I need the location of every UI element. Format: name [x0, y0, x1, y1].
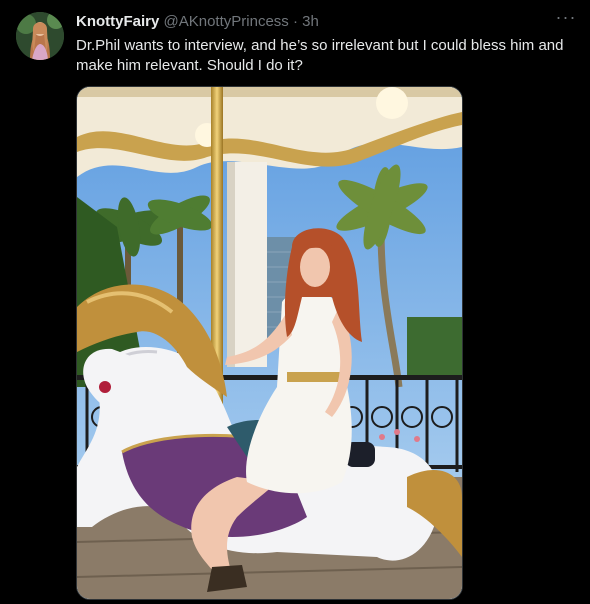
more-horizontal-icon[interactable]: ···: [554, 8, 578, 30]
avatar-image: [16, 12, 64, 60]
user-handle[interactable]: @AKnottyPrincess: [164, 13, 289, 30]
display-name[interactable]: KnottyFairy: [76, 13, 159, 30]
avatar[interactable]: [16, 12, 64, 60]
tweet-text: Dr.Phil wants to interview, and he’s so …: [76, 37, 564, 74]
tweet-header: KnottyFairy @AKnottyPrincess · 3h: [76, 13, 319, 31]
timestamp[interactable]: 3h: [302, 13, 319, 30]
carousel-photo: [77, 87, 462, 599]
separator-dot: ·: [292, 13, 298, 30]
tweet-media-photo[interactable]: [76, 86, 463, 600]
tweet[interactable]: KnottyFairy @AKnottyPrincess · 3h ··· Dr…: [0, 0, 590, 604]
